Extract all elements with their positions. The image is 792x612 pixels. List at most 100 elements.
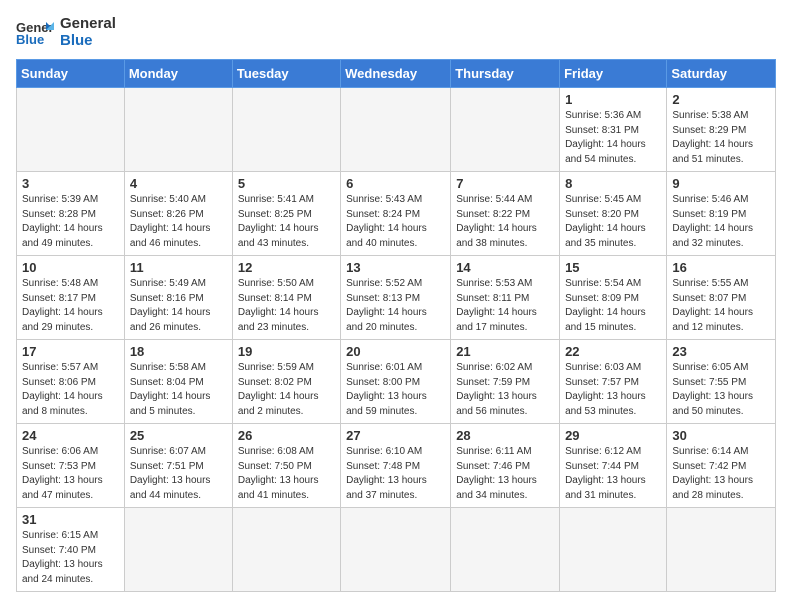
- calendar-cell: 6Sunrise: 5:43 AM Sunset: 8:24 PM Daylig…: [341, 172, 451, 256]
- day-info: Sunrise: 5:46 AM Sunset: 8:19 PM Dayligh…: [672, 193, 770, 251]
- calendar-cell: 20 Sunrise: 6:01 AM Sunset: 8:00 PM Dayli…: [341, 340, 451, 424]
- calendar-cell: 31 Sunrise: 6:15 AM Sunset: 7:40 PM Dayli…: [17, 508, 125, 592]
- calendar-cell: 29 Sunrise: 6:12 AM Sunset: 7:44 PM Dayli…: [560, 424, 667, 508]
- day-info: Sunrise: 5:59 AM Sunset: 8:02 PM Dayligh…: [238, 361, 335, 419]
- calendar-cell: [232, 88, 340, 172]
- day-info: Sunrise: 6:02 AM Sunset: 7:59 PM Dayligh…: [456, 361, 554, 419]
- day-number: 31: [22, 512, 119, 527]
- weekday-header-thursday: Thursday: [451, 60, 560, 88]
- calendar-table: SundayMondayTuesdayWednesdayThursdayFrid…: [16, 59, 776, 592]
- day-info: Sunrise: 6:03 AM Sunset: 7:57 PM Dayligh…: [565, 361, 661, 419]
- calendar-cell: 8 Sunrise: 5:45 AM Sunset: 8:20 PM Daylig…: [560, 172, 667, 256]
- weekday-header-tuesday: Tuesday: [232, 60, 340, 88]
- calendar-cell: [560, 508, 667, 592]
- day-info: Sunrise: 6:01 AM Sunset: 8:00 PM Dayligh…: [346, 361, 445, 419]
- calendar-cell: 16Sunrise: 5:55 AM Sunset: 8:07 PM Dayli…: [667, 256, 776, 340]
- day-info: Sunrise: 6:10 AM Sunset: 7:48 PM Dayligh…: [346, 445, 445, 503]
- logo-blue: Blue: [60, 33, 116, 50]
- day-info: Sunrise: 5:39 AM Sunset: 8:28 PM Dayligh…: [22, 193, 119, 251]
- calendar-cell: [341, 508, 451, 592]
- week-row-3: 10Sunrise: 5:48 AM Sunset: 8:17 PM Dayli…: [17, 256, 776, 340]
- calendar-cell: 1 Sunrise: 5:36 AM Sunset: 8:31 PM Daylig…: [560, 88, 667, 172]
- day-number: 2: [672, 92, 770, 107]
- weekday-header-friday: Friday: [560, 60, 667, 88]
- day-number: 5: [238, 176, 335, 191]
- calendar-cell: 25 Sunrise: 6:07 AM Sunset: 7:51 PM Dayli…: [124, 424, 232, 508]
- day-info: Sunrise: 5:53 AM Sunset: 8:11 PM Dayligh…: [456, 277, 554, 335]
- calendar-cell: 13 Sunrise: 5:52 AM Sunset: 8:13 PM Dayli…: [341, 256, 451, 340]
- day-number: 24: [22, 428, 119, 443]
- day-info: Sunrise: 5:55 AM Sunset: 8:07 PM Dayligh…: [672, 277, 770, 335]
- weekday-header-sunday: Sunday: [17, 60, 125, 88]
- day-number: 17: [22, 344, 119, 359]
- day-info: Sunrise: 6:15 AM Sunset: 7:40 PM Dayligh…: [22, 529, 119, 587]
- weekday-header-monday: Monday: [124, 60, 232, 88]
- calendar-cell: 18 Sunrise: 5:58 AM Sunset: 8:04 PM Dayli…: [124, 340, 232, 424]
- day-number: 18: [130, 344, 227, 359]
- day-info: Sunrise: 6:12 AM Sunset: 7:44 PM Dayligh…: [565, 445, 661, 503]
- calendar-cell: 22Sunrise: 6:03 AM Sunset: 7:57 PM Dayli…: [560, 340, 667, 424]
- day-info: Sunrise: 5:43 AM Sunset: 8:24 PM Dayligh…: [346, 193, 445, 251]
- calendar-cell: [341, 88, 451, 172]
- calendar-cell: 2 Sunrise: 5:38 AM Sunset: 8:29 PM Daylig…: [667, 88, 776, 172]
- day-number: 23: [672, 344, 770, 359]
- day-number: 29: [565, 428, 661, 443]
- day-number: 3: [22, 176, 119, 191]
- day-number: 1: [565, 92, 661, 107]
- day-info: Sunrise: 5:45 AM Sunset: 8:20 PM Dayligh…: [565, 193, 661, 251]
- calendar-cell: [124, 88, 232, 172]
- calendar-cell: 26Sunrise: 6:08 AM Sunset: 7:50 PM Dayli…: [232, 424, 340, 508]
- calendar-cell: 7 Sunrise: 5:44 AM Sunset: 8:22 PM Daylig…: [451, 172, 560, 256]
- calendar-cell: 9 Sunrise: 5:46 AM Sunset: 8:19 PM Daylig…: [667, 172, 776, 256]
- calendar-cell: [667, 508, 776, 592]
- logo-icon: General Blue: [16, 18, 54, 48]
- day-number: 25: [130, 428, 227, 443]
- day-info: Sunrise: 6:07 AM Sunset: 7:51 PM Dayligh…: [130, 445, 227, 503]
- day-number: 20: [346, 344, 445, 359]
- week-row-1: 1 Sunrise: 5:36 AM Sunset: 8:31 PM Daylig…: [17, 88, 776, 172]
- weekday-header-saturday: Saturday: [667, 60, 776, 88]
- weekday-header-wednesday: Wednesday: [341, 60, 451, 88]
- calendar-cell: 5Sunrise: 5:41 AM Sunset: 8:25 PM Daylig…: [232, 172, 340, 256]
- day-number: 27: [346, 428, 445, 443]
- calendar-cell: [232, 508, 340, 592]
- week-row-5: 24Sunrise: 6:06 AM Sunset: 7:53 PM Dayli…: [17, 424, 776, 508]
- day-number: 26: [238, 428, 335, 443]
- day-info: Sunrise: 5:44 AM Sunset: 8:22 PM Dayligh…: [456, 193, 554, 251]
- calendar-cell: [124, 508, 232, 592]
- calendar-cell: 14Sunrise: 5:53 AM Sunset: 8:11 PM Dayli…: [451, 256, 560, 340]
- day-info: Sunrise: 5:38 AM Sunset: 8:29 PM Dayligh…: [672, 109, 770, 167]
- day-info: Sunrise: 5:57 AM Sunset: 8:06 PM Dayligh…: [22, 361, 119, 419]
- day-number: 19: [238, 344, 335, 359]
- calendar-cell: 10Sunrise: 5:48 AM Sunset: 8:17 PM Dayli…: [17, 256, 125, 340]
- day-number: 8: [565, 176, 661, 191]
- calendar-cell: 11 Sunrise: 5:49 AM Sunset: 8:16 PM Dayli…: [124, 256, 232, 340]
- day-info: Sunrise: 5:49 AM Sunset: 8:16 PM Dayligh…: [130, 277, 227, 335]
- day-number: 10: [22, 260, 119, 275]
- calendar-cell: 21 Sunrise: 6:02 AM Sunset: 7:59 PM Dayli…: [451, 340, 560, 424]
- day-info: Sunrise: 6:11 AM Sunset: 7:46 PM Dayligh…: [456, 445, 554, 503]
- calendar-cell: 24Sunrise: 6:06 AM Sunset: 7:53 PM Dayli…: [17, 424, 125, 508]
- day-number: 7: [456, 176, 554, 191]
- day-number: 11: [130, 260, 227, 275]
- week-row-6: 31 Sunrise: 6:15 AM Sunset: 7:40 PM Dayli…: [17, 508, 776, 592]
- day-number: 9: [672, 176, 770, 191]
- calendar-cell: 27 Sunrise: 6:10 AM Sunset: 7:48 PM Dayli…: [341, 424, 451, 508]
- week-row-4: 17 Sunrise: 5:57 AM Sunset: 8:06 PM Dayli…: [17, 340, 776, 424]
- logo-general: General: [60, 16, 116, 33]
- day-number: 12: [238, 260, 335, 275]
- day-info: Sunrise: 5:52 AM Sunset: 8:13 PM Dayligh…: [346, 277, 445, 335]
- logo: General Blue General Blue: [16, 16, 116, 49]
- day-info: Sunrise: 5:40 AM Sunset: 8:26 PM Dayligh…: [130, 193, 227, 251]
- svg-text:Blue: Blue: [16, 32, 44, 47]
- day-number: 21: [456, 344, 554, 359]
- day-number: 13: [346, 260, 445, 275]
- day-number: 4: [130, 176, 227, 191]
- day-info: Sunrise: 5:58 AM Sunset: 8:04 PM Dayligh…: [130, 361, 227, 419]
- day-info: Sunrise: 6:14 AM Sunset: 7:42 PM Dayligh…: [672, 445, 770, 503]
- day-info: Sunrise: 6:05 AM Sunset: 7:55 PM Dayligh…: [672, 361, 770, 419]
- day-number: 15: [565, 260, 661, 275]
- day-info: Sunrise: 5:36 AM Sunset: 8:31 PM Dayligh…: [565, 109, 661, 167]
- day-number: 28: [456, 428, 554, 443]
- calendar-cell: 23 Sunrise: 6:05 AM Sunset: 7:55 PM Dayli…: [667, 340, 776, 424]
